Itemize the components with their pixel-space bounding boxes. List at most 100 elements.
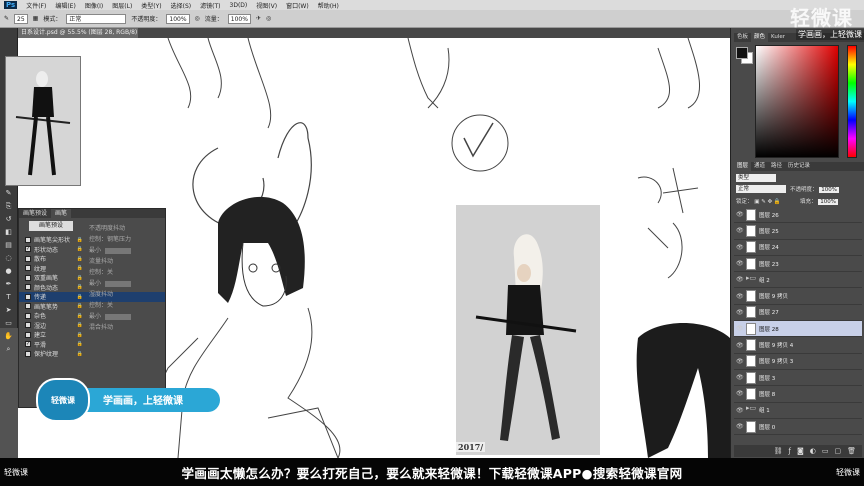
layer-row[interactable]: 👁 图层 9 拷贝 3 xyxy=(734,354,862,370)
tab-kuler[interactable]: Kuler xyxy=(768,33,788,42)
lock-icon[interactable]: 🔒 xyxy=(77,256,83,262)
tab-channels[interactable]: 通道 xyxy=(751,162,768,171)
pressure-opacity-icon[interactable]: ◎ xyxy=(195,15,200,22)
brush-size-field[interactable]: 25 xyxy=(14,13,28,24)
opacity-field[interactable]: 100% xyxy=(166,13,190,24)
eye-icon[interactable]: 👁 xyxy=(736,293,744,300)
minimum-slider[interactable] xyxy=(105,247,132,254)
brush-presets-button[interactable]: 画笔预设 xyxy=(29,221,73,231)
blend-mode-select[interactable]: 正常 xyxy=(736,185,786,193)
lock-icon[interactable]: 🔒 xyxy=(77,313,83,319)
checkbox[interactable] xyxy=(25,312,31,319)
zoom-icon[interactable]: ⌕ xyxy=(4,344,14,354)
tab-color[interactable]: 颜色 xyxy=(751,33,769,42)
pressure-size-icon[interactable]: ◎ xyxy=(266,15,271,22)
menu-help[interactable]: 帮助(H) xyxy=(318,1,339,10)
eye-icon[interactable]: 👁 xyxy=(736,211,744,218)
brush-setting-item[interactable]: ✓ 平滑 🔒 xyxy=(19,340,165,350)
lock-icon[interactable]: 🔒 xyxy=(77,246,83,252)
eye-icon[interactable]: 👁 xyxy=(736,309,744,316)
layer-row[interactable]: 👁 图层 3 xyxy=(734,370,862,387)
eraser-icon[interactable]: ◧ xyxy=(4,227,14,237)
checkbox[interactable] xyxy=(25,293,31,300)
brush-icon[interactable]: ✎ xyxy=(4,188,14,198)
shape-icon[interactable]: ▭ xyxy=(4,318,14,328)
lock-icon[interactable]: 🔒 xyxy=(77,284,83,290)
folder-icon[interactable]: ▭ xyxy=(822,447,829,455)
document-tab[interactable]: 日系设计.psd @ 55.5% (图层 28, RGB/8) * xyxy=(18,28,138,46)
lock-icon[interactable]: 🔒 xyxy=(77,303,83,309)
checkbox[interactable] xyxy=(25,236,31,243)
menu-file[interactable]: 文件(F) xyxy=(26,1,46,10)
layer-row[interactable]: 👁 图层 9 拷贝 4 xyxy=(734,337,862,354)
mode-select[interactable]: 正常 xyxy=(66,13,127,24)
checkbox[interactable] xyxy=(25,303,31,310)
tab-history[interactable]: 历史记录 xyxy=(785,162,813,171)
pen-icon[interactable]: ✒ xyxy=(4,279,14,289)
control-off-2[interactable]: 控制：关 xyxy=(89,300,164,311)
flow-field[interactable]: 100% xyxy=(227,13,251,24)
checkbox[interactable] xyxy=(25,274,31,281)
layer-row[interactable]: 👁 图层 8 xyxy=(734,386,862,403)
layer-kind-filter[interactable]: 类型 xyxy=(736,174,776,182)
control-off-1[interactable]: 控制：关 xyxy=(89,267,164,278)
lock-icon[interactable]: 🔒 xyxy=(77,322,83,328)
lock-icon[interactable]: 🔒 xyxy=(77,275,83,281)
lock-icon[interactable]: 🔒 xyxy=(77,341,83,347)
brush-panel-toggle-icon[interactable]: ▦ xyxy=(33,15,39,22)
eye-icon[interactable]: 👁 xyxy=(736,260,744,267)
layer-row[interactable]: 👁 图层 9 拷贝 xyxy=(734,288,862,305)
checkbox[interactable] xyxy=(25,255,31,262)
gradient-icon[interactable]: ▤ xyxy=(4,240,14,250)
checkbox[interactable] xyxy=(25,284,31,291)
eye-icon[interactable]: 👁 xyxy=(736,227,744,234)
foreground-color-swatch[interactable] xyxy=(736,47,748,59)
minimum-slider[interactable] xyxy=(105,313,132,320)
layer-row[interactable]: 👁 图层 27 xyxy=(734,305,862,322)
layer-row[interactable]: 👁 图层 28 xyxy=(734,321,862,338)
menu-view[interactable]: 视图(V) xyxy=(256,1,277,10)
menu-window[interactable]: 窗口(W) xyxy=(286,1,309,10)
checkbox[interactable] xyxy=(25,265,31,272)
adjustment-icon[interactable]: ◐ xyxy=(810,447,816,455)
tab-swatches[interactable]: 色板 xyxy=(734,33,751,42)
hue-slider[interactable] xyxy=(847,45,857,158)
new-layer-icon[interactable]: ▢ xyxy=(834,447,841,455)
menu-type[interactable]: 类型(Y) xyxy=(141,1,161,10)
lock-icon[interactable]: 🔒 xyxy=(77,351,83,357)
type-icon[interactable]: T xyxy=(4,292,14,302)
mask-icon[interactable]: ◙ xyxy=(797,447,804,455)
menu-image[interactable]: 图像(I) xyxy=(85,1,103,10)
airbrush-icon[interactable]: ✈ xyxy=(256,15,261,22)
minimum-slider[interactable] xyxy=(105,280,132,287)
menu-layer[interactable]: 图层(L) xyxy=(112,1,132,10)
eye-icon[interactable]: 👁 xyxy=(736,244,744,251)
lock-icon[interactable]: 🔒 xyxy=(77,294,83,300)
link-icon[interactable]: ⛓ xyxy=(774,447,783,455)
tab-layers[interactable]: 图层 xyxy=(734,162,752,171)
menu-3d[interactable]: 3D(D) xyxy=(230,2,248,9)
eye-icon[interactable]: 👁 xyxy=(736,358,744,365)
eye-icon[interactable]: 👁 xyxy=(736,390,744,397)
blur-icon[interactable]: ◌ xyxy=(4,253,14,263)
checkbox[interactable] xyxy=(25,322,31,329)
menu-filter[interactable]: 滤镜(T) xyxy=(200,1,220,10)
tab-paths[interactable]: 路径 xyxy=(768,162,785,171)
eye-icon[interactable]: 👁 xyxy=(736,423,744,430)
lock-icon[interactable]: 🔒 xyxy=(77,237,83,243)
layer-opacity-field[interactable]: 100% xyxy=(819,187,839,193)
stamp-icon[interactable]: ⎘ xyxy=(4,201,14,211)
eye-icon[interactable]: 👁 xyxy=(736,325,744,332)
layer-group-row[interactable]: 👁 ▸▭ 组 2 xyxy=(734,272,862,289)
path-select-icon[interactable]: ➤ xyxy=(4,305,14,315)
layer-group-row[interactable]: 👁 ▸▭ 组 1 xyxy=(734,403,862,419)
lock-icon[interactable]: 🔒 xyxy=(77,332,83,338)
dodge-icon[interactable]: ● xyxy=(4,266,14,276)
menu-select[interactable]: 选择(S) xyxy=(171,1,192,10)
eye-icon[interactable]: 👁 xyxy=(736,374,744,381)
eye-icon[interactable]: 👁 xyxy=(736,276,744,283)
eye-icon[interactable]: 👁 xyxy=(736,342,744,349)
fill-field[interactable]: 100% xyxy=(818,199,838,205)
lock-icon[interactable]: 🔒 xyxy=(77,265,83,271)
layer-row[interactable]: 👁 图层 26 xyxy=(734,207,862,224)
